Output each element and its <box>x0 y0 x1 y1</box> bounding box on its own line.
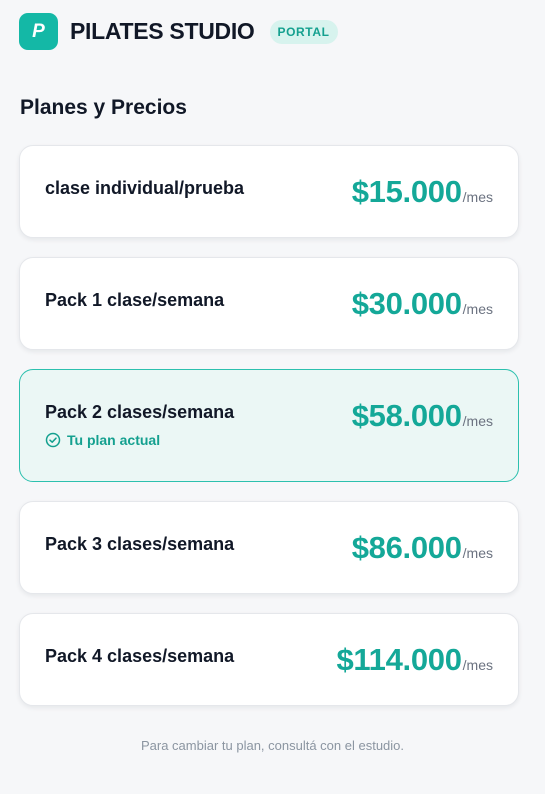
plan-card-pack-1[interactable]: Pack 1 clase/semana $30.000 /mes <box>19 257 519 350</box>
price-amount: $86.000 <box>351 530 462 565</box>
price-period: /mes <box>462 413 493 429</box>
price-period: /mes <box>462 657 493 673</box>
studio-logo: P <box>19 13 58 50</box>
plan-name: clase individual/prueba <box>45 178 245 198</box>
price-amount: $114.000 <box>336 642 462 677</box>
plans-list: clase individual/prueba $15.000 /mes Pac… <box>19 145 519 725</box>
brand-name: PILATES STUDIO <box>70 18 255 44</box>
price-period: /mes <box>462 189 493 205</box>
portal-badge: PORTAL <box>269 19 338 44</box>
price-amount: $30.000 <box>351 286 462 321</box>
plan-card-pack-2-current[interactable]: Pack 2 clases/semana Tu plan actual $58.… <box>19 369 519 482</box>
page-title: Planes y Precios <box>20 96 187 119</box>
plan-price: $15.000 /mes <box>352 174 493 210</box>
plan-card-pack-4[interactable]: Pack 4 clases/semana $114.000 /mes <box>19 613 519 706</box>
plan-price: $114.000 /mes <box>336 642 493 678</box>
plan-name: Pack 1 clase/semana <box>45 290 225 310</box>
plan-price: $30.000 /mes <box>352 286 493 322</box>
plan-name: Pack 4 clases/semana <box>45 646 235 666</box>
current-plan-label: Tu plan actual <box>67 432 161 448</box>
footnote: Para cambiar tu plan, consultá con el es… <box>140 738 405 753</box>
price-amount: $15.000 <box>351 174 462 209</box>
app-header: P PILATES STUDIO PORTAL <box>19 13 338 50</box>
plan-card-pack-3[interactable]: Pack 3 clases/semana $86.000 /mes <box>19 501 519 594</box>
price-amount: $58.000 <box>351 398 462 433</box>
plan-name: Pack 2 clases/semana <box>45 402 235 422</box>
price-period: /mes <box>462 301 493 317</box>
check-circle-icon <box>45 432 61 448</box>
price-period: /mes <box>462 545 493 561</box>
plan-name: Pack 3 clases/semana <box>45 534 235 554</box>
plan-price: $58.000 /mes <box>352 398 493 434</box>
plan-price: $86.000 /mes <box>352 530 493 566</box>
plan-card-individual[interactable]: clase individual/prueba $15.000 /mes <box>19 145 519 238</box>
current-plan-indicator: Tu plan actual <box>45 432 160 448</box>
